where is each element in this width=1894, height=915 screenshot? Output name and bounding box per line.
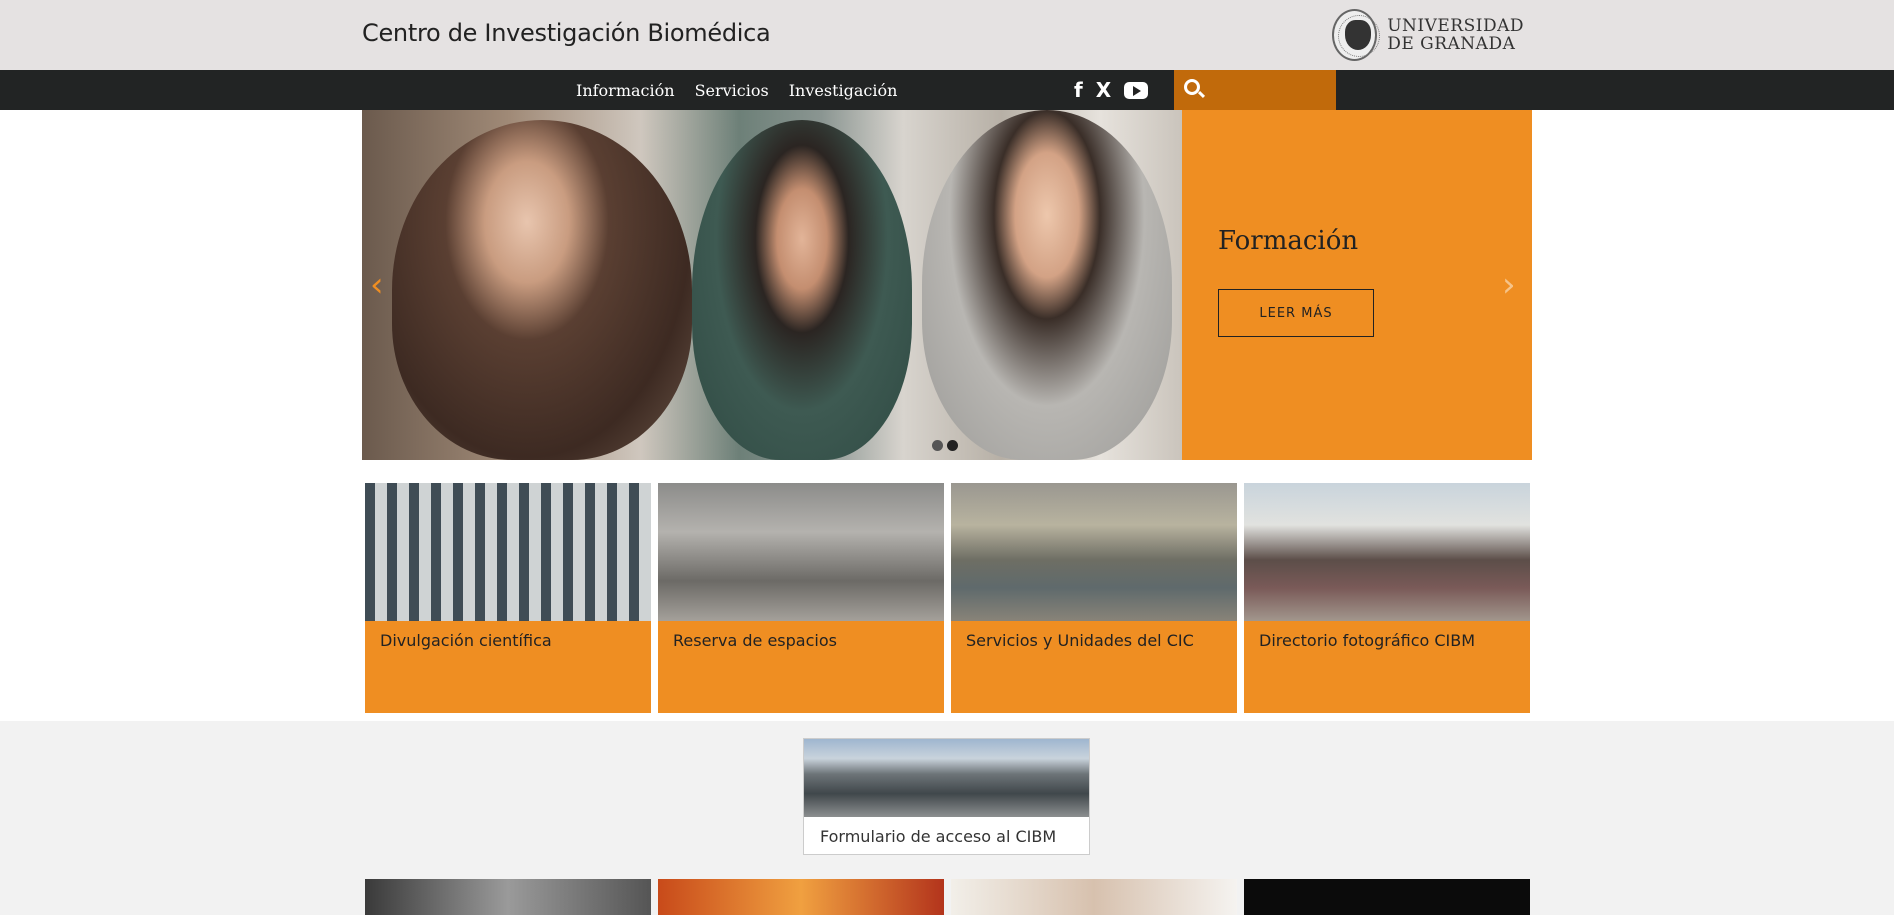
bottom-tile-1[interactable]: [365, 879, 651, 915]
tile-image: [951, 483, 1237, 623]
bottom-tile-4[interactable]: [1244, 879, 1530, 915]
university-seal-icon: [1332, 9, 1381, 61]
university-name-line2: DE GRANADA: [1387, 34, 1516, 54]
search-icon[interactable]: [1184, 79, 1200, 95]
tile-label: Directorio fotográfico CIBM: [1259, 631, 1476, 650]
bottom-tile-3[interactable]: [951, 879, 1237, 915]
search-box[interactable]: [1174, 70, 1336, 110]
tile-servicios-unidades[interactable]: Servicios y Unidades del CIC: [951, 483, 1237, 713]
bottom-tiles: [365, 879, 1530, 915]
tile-label: Reserva de espacios: [673, 631, 837, 650]
access-form-label: Formulario de acceso al CIBM: [820, 827, 1057, 846]
nav-link-informacion[interactable]: Información: [576, 81, 675, 100]
tile-directorio-fotografico[interactable]: Directorio fotográfico CIBM: [1244, 483, 1530, 713]
tile-image: [1244, 483, 1530, 623]
slider-dot-1[interactable]: [932, 440, 943, 451]
slide-title: Formación: [1218, 226, 1359, 256]
university-name-line1: UNIVERSIDAD: [1387, 16, 1524, 36]
tile-label: Servicios y Unidades del CIC: [966, 631, 1194, 650]
tile-image: [365, 483, 651, 623]
tile-reserva-espacios[interactable]: Reserva de espacios: [658, 483, 944, 713]
social-links: f X: [1074, 70, 1149, 110]
slider-dot-2[interactable]: [947, 440, 958, 451]
facebook-icon[interactable]: f: [1074, 78, 1083, 102]
slide-photo: [362, 110, 1182, 460]
slider-dots: [932, 440, 958, 451]
nav-link-investigacion[interactable]: Investigación: [789, 81, 898, 100]
main-navbar: Información Servicios Investigación f X …: [0, 70, 1894, 173]
access-form-card[interactable]: Formulario de acceso al CIBM: [803, 738, 1090, 855]
top-header: Centro de Investigación Biomédica UNIVER…: [0, 0, 1894, 70]
access-form-image: [804, 739, 1089, 817]
search-input[interactable]: [1208, 76, 1328, 104]
nav-link-servicios[interactable]: Servicios: [695, 81, 769, 100]
youtube-icon[interactable]: [1124, 81, 1149, 99]
slider-next-arrow[interactable]: ›: [1502, 268, 1522, 302]
tile-image: [658, 483, 944, 623]
x-icon[interactable]: X: [1096, 78, 1111, 102]
university-name: UNIVERSIDAD DE GRANADA: [1387, 17, 1524, 53]
site-title[interactable]: Centro de Investigación Biomédica: [362, 19, 771, 47]
read-more-button[interactable]: LEER MÁS: [1218, 289, 1374, 337]
university-logo[interactable]: UNIVERSIDAD DE GRANADA: [1332, 8, 1524, 62]
hero-slider: Formación LEER MÁS ‹ ›: [362, 110, 1532, 460]
bottom-tile-2[interactable]: [658, 879, 944, 915]
slider-prev-arrow[interactable]: ‹: [370, 268, 390, 302]
feature-tiles: Divulgación científica Reserva de espaci…: [365, 483, 1530, 713]
tile-divulgacion[interactable]: Divulgación científica: [365, 483, 651, 713]
nav-links: Información Servicios Investigación: [576, 70, 897, 110]
tile-label: Divulgación científica: [380, 631, 552, 650]
slide-caption-panel: Formación LEER MÁS: [1182, 110, 1532, 460]
